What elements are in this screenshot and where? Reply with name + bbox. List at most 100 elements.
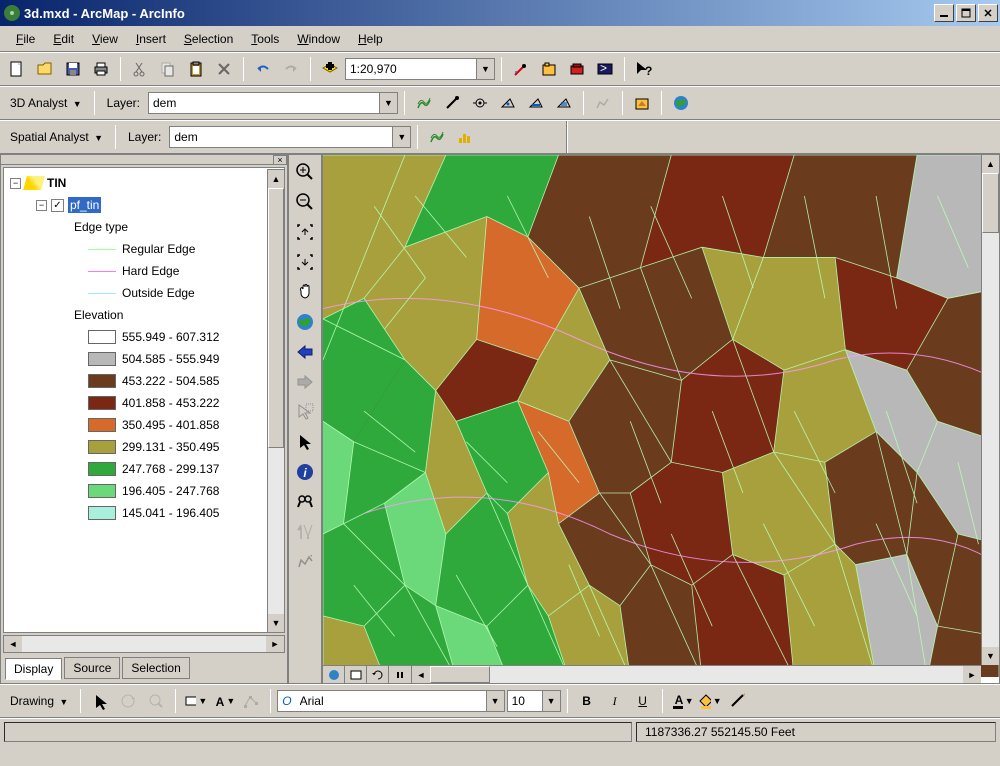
edit-vertices-tool[interactable] bbox=[238, 688, 264, 714]
map-scroll-left[interactable]: ◄ bbox=[412, 666, 430, 683]
select-features-tool[interactable] bbox=[292, 399, 318, 425]
menu-selection[interactable]: Selection bbox=[176, 29, 241, 49]
toc-vertical-scrollbar[interactable]: ▲ ▼ bbox=[267, 169, 285, 633]
toc-tab-display[interactable]: Display bbox=[5, 658, 62, 680]
editor-toolbar-button[interactable] bbox=[508, 56, 534, 82]
map-scroll-thumb-h[interactable] bbox=[430, 666, 490, 683]
fixed-zoom-in-tool[interactable] bbox=[292, 219, 318, 245]
contour-tool-sa[interactable] bbox=[424, 124, 450, 150]
scroll-down-arrow[interactable]: ▼ bbox=[268, 614, 284, 632]
command-line-button[interactable]: > bbox=[592, 56, 618, 82]
arcglobe-button[interactable] bbox=[668, 90, 694, 116]
toc-close-button[interactable]: × bbox=[273, 155, 287, 165]
interpolate-polygon-tool[interactable] bbox=[551, 90, 577, 116]
data-view-tab[interactable] bbox=[323, 666, 345, 683]
layout-view-tab[interactable] bbox=[345, 666, 367, 683]
print-button[interactable] bbox=[88, 56, 114, 82]
select-elements-tool[interactable] bbox=[292, 429, 318, 455]
new-rectangle-tool[interactable]: ▼ bbox=[182, 688, 208, 714]
go-to-xy-tool[interactable] bbox=[292, 519, 318, 545]
fill-color-button[interactable]: ▼ bbox=[697, 688, 723, 714]
redo-button[interactable] bbox=[278, 56, 304, 82]
minimize-button[interactable] bbox=[934, 4, 954, 22]
scroll-thumb-v[interactable] bbox=[268, 188, 284, 448]
back-button[interactable] bbox=[292, 339, 318, 365]
map-scroll-thumb-v[interactable] bbox=[982, 173, 999, 233]
font-size-input[interactable] bbox=[508, 691, 542, 711]
toc-horizontal-scrollbar[interactable]: ◄ ► bbox=[3, 635, 285, 653]
line-of-sight-tool[interactable] bbox=[467, 90, 493, 116]
menu-tools[interactable]: Tools bbox=[243, 29, 287, 49]
font-size-dropdown[interactable]: ▼ bbox=[542, 691, 560, 711]
new-text-tool[interactable]: A▼ bbox=[210, 688, 236, 714]
font-dropdown[interactable]: ▼ bbox=[486, 691, 504, 711]
layer-input-3d[interactable] bbox=[149, 93, 379, 113]
maximize-button[interactable] bbox=[956, 4, 976, 22]
profile-graph-tool[interactable] bbox=[590, 90, 616, 116]
steepest-path-tool[interactable] bbox=[439, 90, 465, 116]
toc-tab-selection[interactable]: Selection bbox=[122, 657, 189, 679]
zoom-to-selected-tool[interactable] bbox=[143, 688, 169, 714]
zoom-in-tool[interactable] bbox=[292, 159, 318, 185]
arcscene-button[interactable] bbox=[629, 90, 655, 116]
scale-input[interactable] bbox=[346, 59, 476, 79]
close-button[interactable] bbox=[978, 4, 998, 22]
font-input[interactable] bbox=[296, 691, 486, 711]
font-color-button[interactable]: A▼ bbox=[669, 688, 695, 714]
full-extent-tool[interactable] bbox=[292, 309, 318, 335]
cut-button[interactable] bbox=[127, 56, 153, 82]
scroll-right-arrow[interactable]: ► bbox=[266, 636, 284, 652]
map-view[interactable]: ▲ ▼ ◄ ► bbox=[322, 154, 1000, 684]
layer-combo-sa[interactable]: ▼ bbox=[169, 126, 411, 148]
pan-tool[interactable] bbox=[292, 279, 318, 305]
menu-window[interactable]: Window bbox=[289, 29, 348, 49]
menu-view[interactable]: View bbox=[84, 29, 126, 49]
map-vertical-scrollbar[interactable]: ▲ ▼ bbox=[981, 155, 999, 665]
measure-tool[interactable] bbox=[292, 549, 318, 575]
select-elements-tool-2[interactable] bbox=[87, 688, 113, 714]
expand-toggle-layer[interactable]: − bbox=[36, 200, 47, 211]
layer-input-sa[interactable] bbox=[170, 127, 392, 147]
paste-button[interactable] bbox=[183, 56, 209, 82]
map-scroll-down[interactable]: ▼ bbox=[982, 647, 999, 665]
copy-button[interactable] bbox=[155, 56, 181, 82]
open-button[interactable] bbox=[32, 56, 58, 82]
menu-insert[interactable]: Insert bbox=[128, 29, 174, 49]
line-color-button[interactable] bbox=[725, 688, 751, 714]
whats-this-button[interactable]: ? bbox=[631, 56, 657, 82]
drawing-menu[interactable]: Drawing ▼ bbox=[4, 691, 74, 711]
interpolate-line-tool[interactable] bbox=[523, 90, 549, 116]
spatial-analyst-menu[interactable]: Spatial Analyst ▼ bbox=[4, 127, 109, 147]
undo-button[interactable] bbox=[250, 56, 276, 82]
histogram-tool[interactable] bbox=[452, 124, 478, 150]
map-scroll-up[interactable]: ▲ bbox=[982, 155, 999, 173]
delete-button[interactable] bbox=[211, 56, 237, 82]
3d-analyst-menu[interactable]: 3D Analyst ▼ bbox=[4, 93, 88, 113]
rotate-tool[interactable] bbox=[115, 688, 141, 714]
interpolate-point-tool[interactable] bbox=[495, 90, 521, 116]
scale-dropdown-button[interactable]: ▼ bbox=[476, 59, 494, 79]
layer-dropdown-sa[interactable]: ▼ bbox=[392, 127, 410, 147]
zoom-out-tool[interactable] bbox=[292, 189, 318, 215]
save-button[interactable] bbox=[60, 56, 86, 82]
layer-dropdown-3d[interactable]: ▼ bbox=[379, 93, 397, 113]
toc-tree[interactable]: − TIN − ✓ pf_tin Edge type Regular Edge … bbox=[3, 167, 285, 633]
font-size-combo[interactable]: ▼ bbox=[507, 690, 561, 712]
find-tool[interactable] bbox=[292, 489, 318, 515]
scroll-left-arrow[interactable]: ◄ bbox=[4, 636, 22, 652]
pause-drawing-button[interactable] bbox=[389, 666, 411, 683]
new-button[interactable] bbox=[4, 56, 30, 82]
refresh-button[interactable] bbox=[367, 666, 389, 683]
toc-layer-label[interactable]: pf_tin bbox=[68, 197, 101, 213]
menu-file[interactable]: File bbox=[8, 29, 43, 49]
identify-tool[interactable]: i bbox=[292, 459, 318, 485]
bold-button[interactable]: B bbox=[574, 688, 600, 714]
add-data-button[interactable] bbox=[317, 56, 343, 82]
menu-edit[interactable]: Edit bbox=[45, 29, 82, 49]
layer-checkbox[interactable]: ✓ bbox=[51, 199, 64, 212]
contour-tool[interactable] bbox=[411, 90, 437, 116]
menu-help[interactable]: Help bbox=[350, 29, 391, 49]
toc-tab-source[interactable]: Source bbox=[64, 657, 120, 679]
map-horizontal-scrollbar[interactable]: ◄ ► bbox=[323, 665, 981, 683]
scroll-up-arrow[interactable]: ▲ bbox=[268, 170, 284, 188]
